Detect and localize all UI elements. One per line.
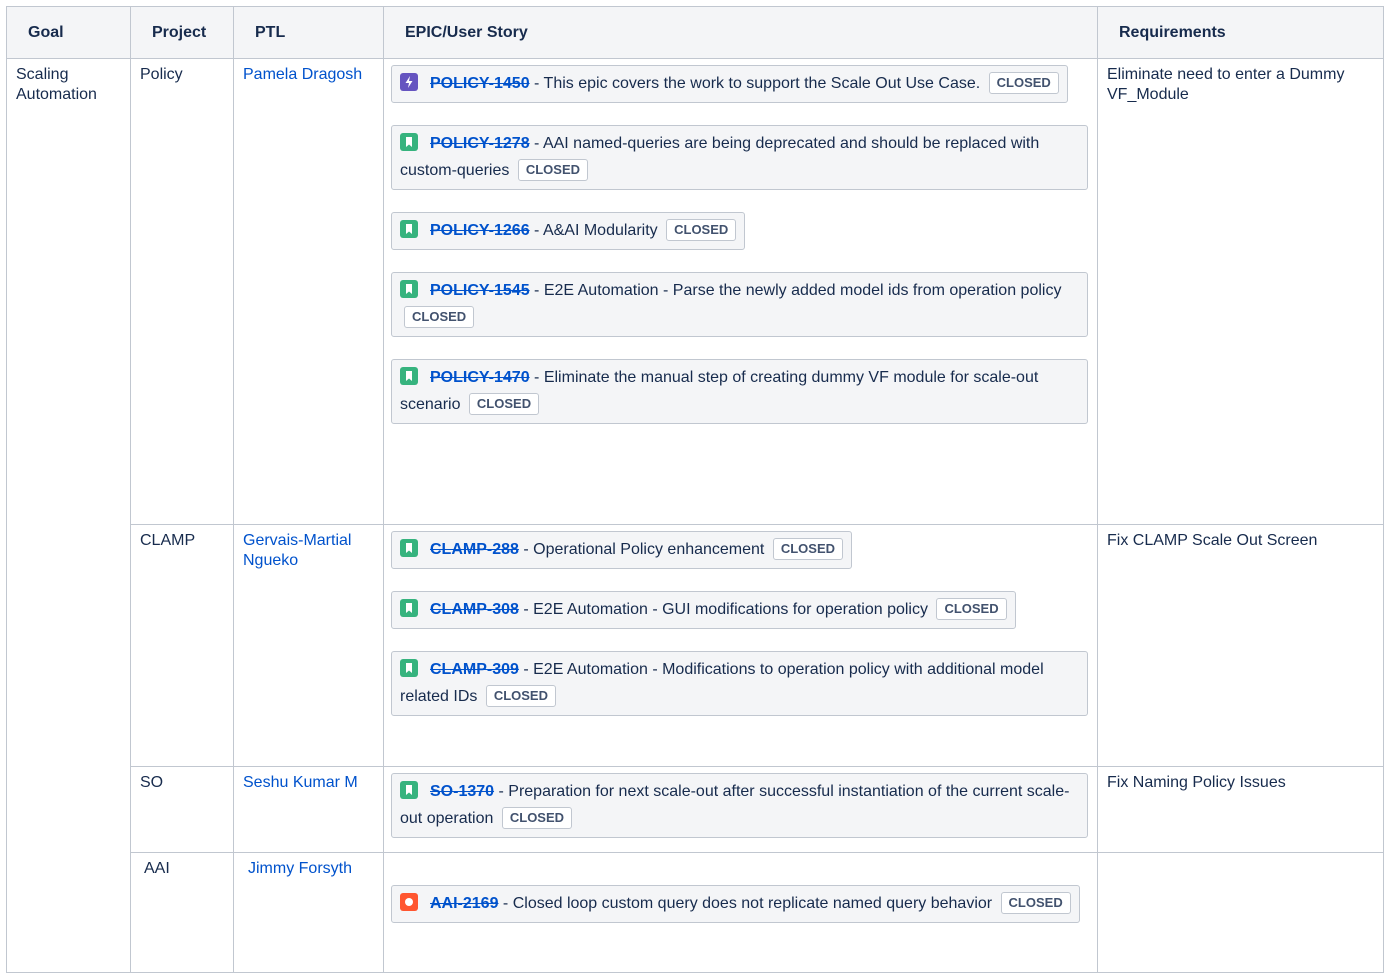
jira-issue-macro: POLICY-1278 - AAI named-queries are bein… [391,125,1088,190]
project-cell: SO [130,766,234,853]
table-row-policy: Scaling Automation Policy Pamela Dragosh… [6,58,1384,973]
jira-issue-macro: POLICY-1266 - A&AI Modularity CLOSED [391,212,746,250]
requirements-cell: Eliminate need to enter a Dummy VF_Modul… [1097,58,1384,525]
issue-key-link[interactable]: POLICY-1450 [430,75,530,92]
ptl-link[interactable]: Jimmy Forsyth [248,860,352,877]
status-badge: CLOSED [404,306,475,328]
ptl-cell: Gervais-Martial Ngueko [233,524,384,767]
issue-summary: - Preparation for next scale-out after s… [400,783,1070,827]
epic-icon [400,73,418,91]
status-badge: CLOSED [517,159,588,181]
jira-issue-macro: CLAMP-308 - E2E Automation - GUI modific… [391,591,1016,629]
issue-summary: - Closed loop custom query does not repl… [498,895,997,912]
issue-key-link[interactable]: POLICY-1470 [430,369,530,386]
project-cell: AAI [130,852,234,973]
jira-issue-macro: POLICY-1470 - Eliminate the manual step … [391,359,1088,424]
issues-cell-aai: AAI-2169 - Closed loop custom query does… [383,852,1098,973]
jira-issue-macro: AAI-2169 - Closed loop custom query does… [391,885,1080,923]
story-icon [400,781,418,799]
project-cell: CLAMP [130,524,234,767]
ptl-link[interactable]: Pamela Dragosh [243,66,362,83]
issue-key-link[interactable]: CLAMP-288 [430,541,519,558]
issue-key-link[interactable]: CLAMP-309 [430,661,519,678]
status-badge: CLOSED [1000,892,1071,914]
requirements-cell [1097,852,1384,973]
ptl-cell: Pamela Dragosh [233,58,384,525]
ptl-cell: Jimmy Forsyth [233,852,384,973]
status-badge: CLOSED [666,219,737,241]
issues-cell-so: SO-1370 - Preparation for next scale-out… [383,766,1098,853]
ptl-link[interactable]: Seshu Kumar M [243,774,358,791]
story-icon [400,280,418,298]
status-badge: CLOSED [501,807,573,829]
issue-key-link[interactable]: POLICY-1545 [430,282,530,299]
jira-issue-macro: SO-1370 - Preparation for next scale-out… [391,773,1088,838]
status-badge: CLOSED [988,72,1059,94]
header-epic-user-story: EPIC/User Story [383,6,1098,59]
status-badge: CLOSED [936,598,1007,620]
issue-summary: - E2E Automation - GUI modifications for… [518,601,933,618]
requirements-cell: Fix Naming Policy Issues [1097,766,1384,853]
table-row-aai: AAI Jimmy Forsyth AAI-2169 - Closed loop… [7,852,1384,973]
issue-summary: - A&AI Modularity [529,222,663,239]
jira-issue-macro: CLAMP-288 - Operational Policy enhanceme… [391,531,852,569]
issue-key-link[interactable]: POLICY-1278 [430,135,530,152]
issue-summary: - Operational Policy enhancement [518,541,769,558]
story-icon [400,220,418,238]
header-project: Project [130,6,234,59]
story-icon [400,599,418,617]
story-icon [400,367,418,385]
status-badge: CLOSED [468,393,540,415]
table-header-row: Goal Project PTL EPIC/User Story Require… [6,6,1384,59]
header-ptl: PTL [233,6,384,59]
jira-issue-macro: POLICY-1545 - E2E Automation - Parse the… [391,272,1088,337]
header-requirements: Requirements [1097,6,1384,59]
story-icon [400,133,418,151]
requirements-table: Goal Project PTL EPIC/User Story Require… [6,6,1384,973]
ptl-cell: Seshu Kumar M [233,766,384,853]
jira-issue-macro: CLAMP-309 - E2E Automation - Modificatio… [391,651,1088,716]
issue-summary: - E2E Automation - Parse the newly added… [529,282,1062,299]
issues-cell-clamp: CLAMP-288 - Operational Policy enhanceme… [383,524,1098,767]
jira-issue-macro: POLICY-1450 - This epic covers the work … [391,65,1068,103]
issue-key-link[interactable]: CLAMP-308 [430,601,519,618]
ptl-link[interactable]: Gervais-Martial Ngueko [243,532,351,569]
status-badge: CLOSED [485,685,556,707]
requirements-cell: Fix CLAMP Scale Out Screen [1097,524,1384,767]
story-icon [400,539,418,557]
issues-cell-policy: POLICY-1450 - This epic covers the work … [383,58,1098,525]
issue-key-link[interactable]: POLICY-1266 [430,222,530,239]
goal-cell: Scaling Automation [6,58,131,973]
project-cell: Policy [130,58,234,525]
header-goal: Goal [6,6,131,59]
story-icon [400,659,418,677]
bug-icon [400,893,418,911]
table-row-clamp: CLAMP Gervais-Martial Ngueko CLAMP-288 -… [7,524,1384,767]
issue-summary: - This epic covers the work to support t… [529,75,985,92]
status-badge: CLOSED [772,538,843,560]
table-row-so: SO Seshu Kumar M SO-1370 - Preparation f… [7,766,1384,853]
issue-key-link[interactable]: AAI-2169 [430,895,498,912]
issue-key-link[interactable]: SO-1370 [430,783,494,800]
